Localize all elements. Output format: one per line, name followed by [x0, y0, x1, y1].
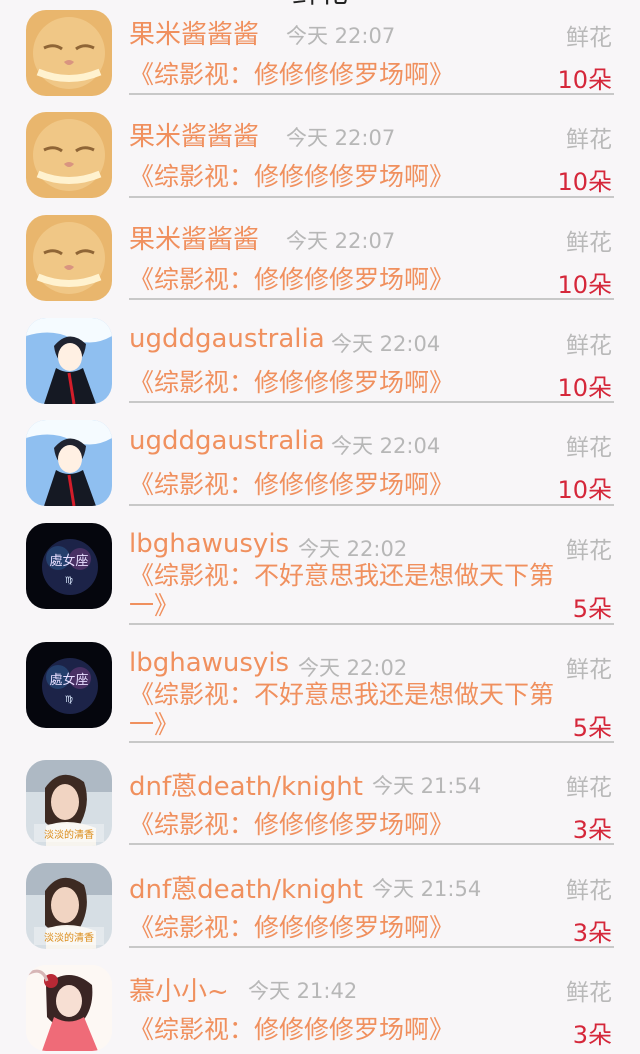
gift-type-label: 鲜花 — [566, 878, 612, 904]
list-item[interactable]: ugddgaustralia 今天 22:04 鲜花 《综影视：修修修修罗场啊》… — [0, 308, 640, 410]
work-title-link[interactable]: 《综影视：不好意思我还是想做天下第一》 — [129, 680, 559, 740]
timestamp: 今天 21:54 — [372, 774, 482, 798]
flower-count: 5朵 — [572, 595, 612, 623]
divider — [129, 741, 614, 743]
sender-name[interactable]: dnf蒽death/knight — [129, 766, 363, 803]
work-title-link[interactable]: 《综影视：修修修修罗场啊》 — [129, 265, 559, 295]
sender-name[interactable]: lbghawusyis — [129, 529, 289, 559]
sender-name[interactable]: dnf蒽death/knight — [129, 869, 363, 906]
divider — [129, 504, 614, 506]
work-title-link[interactable]: 《综影视：修修修修罗场啊》 — [129, 810, 559, 840]
kitten-avatar[interactable] — [26, 215, 112, 301]
sender-name[interactable]: ugddgaustralia — [129, 426, 325, 456]
timestamp: 今天 22:04 — [331, 332, 441, 356]
girl-photo-avatar[interactable]: 淡淡的清香 — [26, 760, 112, 846]
list-item[interactable]: 果米酱酱酱 今天 22:07 鲜花 《综影视：修修修修罗场啊》 10朵 — [0, 205, 640, 308]
gift-type-label: 鲜花 — [566, 333, 612, 359]
work-title-link[interactable]: 《综影视：不好意思我还是想做天下第一》 — [129, 561, 559, 621]
timestamp: 今天 22:07 — [286, 24, 396, 48]
sender-name[interactable]: 果米酱酱酱 — [129, 219, 259, 256]
svg-text:♍: ♍ — [65, 695, 73, 705]
list-item[interactable]: 淡淡的清香 dnf蒽death/knight 今天 21:54 鲜花 《综影视：… — [0, 750, 640, 853]
divider — [129, 623, 614, 625]
flower-count: 10朵 — [557, 476, 612, 504]
work-title-link[interactable]: 《综影视：修修修修罗场啊》 — [129, 162, 559, 192]
flower-count: 10朵 — [557, 66, 612, 94]
timestamp: 今天 22:04 — [331, 434, 441, 458]
avatar-text: 淡淡的清香 — [44, 828, 94, 841]
list-item[interactable]: 淡淡的清香 dnf蒽death/knight 今天 21:54 鲜花 《综影视：… — [0, 853, 640, 955]
sender-name[interactable]: ugddgaustralia — [129, 324, 325, 354]
work-title-link[interactable]: 《综影视：修修修修罗场啊》 — [129, 470, 559, 500]
avatar-text: 處女座 — [49, 553, 88, 569]
timestamp: 今天 21:54 — [372, 877, 482, 901]
list-item[interactable]: 處女座 ♍ lbghawusyis 今天 22:02 鲜花 《综影视：不好意思我… — [0, 513, 640, 632]
list-item[interactable]: 果米酱酱酱 今天 22:07 鲜花 《综影视：修修修修罗场啊》 10朵 — [0, 0, 640, 102]
list-item[interactable]: ugddgaustralia 今天 22:04 鲜花 《综影视：修修修修罗场啊》… — [0, 410, 640, 513]
gift-type-label: 鲜花 — [566, 775, 612, 801]
anime-girl-avatar[interactable] — [26, 965, 112, 1051]
timestamp: 今天 22:07 — [286, 126, 396, 150]
work-title-link[interactable]: 《综影视：修修修修罗场啊》 — [129, 1015, 559, 1045]
gift-type-label: 鲜花 — [566, 230, 612, 256]
gift-type-label: 鲜花 — [566, 25, 612, 51]
flower-count: 10朵 — [557, 271, 612, 299]
gift-type-label: 鲜花 — [566, 657, 612, 683]
divider — [129, 401, 614, 403]
flower-count: 5朵 — [572, 714, 612, 742]
avatar-text: 淡淡的清香 — [44, 931, 94, 944]
timestamp: 今天 21:42 — [248, 979, 358, 1003]
gift-type-label: 鲜花 — [566, 435, 612, 461]
sender-name[interactable]: 果米酱酱酱 — [129, 14, 259, 51]
gift-type-label: 鲜花 — [566, 538, 612, 564]
timestamp: 今天 22:02 — [298, 537, 408, 561]
flower-count: 10朵 — [557, 168, 612, 196]
flower-count: 10朵 — [557, 374, 612, 402]
flower-count: 3朵 — [572, 1021, 612, 1049]
anime-boy-avatar[interactable] — [26, 420, 112, 506]
divider — [129, 843, 614, 845]
gift-type-label: 鲜花 — [566, 127, 612, 153]
virgo-avatar[interactable]: 處女座 ♍ — [26, 523, 112, 609]
svg-text:♍: ♍ — [65, 576, 73, 586]
list-item[interactable]: 慕小小~ 今天 21:42 鲜花 《综影视：修修修修罗场啊》 3朵 — [0, 955, 640, 1054]
flower-count: 3朵 — [572, 816, 612, 844]
avatar-text: 處女座 — [49, 672, 88, 688]
gift-type-label: 鲜花 — [566, 980, 612, 1006]
list-item[interactable]: 處女座 ♍ lbghawusyis 今天 22:02 鲜花 《综影视：不好意思我… — [0, 632, 640, 750]
work-title-link[interactable]: 《综影视：修修修修罗场啊》 — [129, 368, 559, 398]
divider — [129, 93, 614, 95]
work-title-link[interactable]: 《综影视：修修修修罗场啊》 — [129, 60, 559, 90]
divider — [129, 946, 614, 948]
sender-name[interactable]: 果米酱酱酱 — [129, 116, 259, 153]
timestamp: 今天 22:07 — [286, 229, 396, 253]
divider — [129, 298, 614, 300]
girl-photo-avatar[interactable]: 淡淡的清香 — [26, 863, 112, 949]
timestamp: 今天 22:02 — [298, 656, 408, 680]
sender-name[interactable]: lbghawusyis — [129, 648, 289, 678]
anime-boy-avatar[interactable] — [26, 318, 112, 404]
work-title-link[interactable]: 《综影视：修修修修罗场啊》 — [129, 913, 559, 943]
virgo-avatar[interactable]: 處女座 ♍ — [26, 642, 112, 728]
kitten-avatar[interactable] — [26, 10, 112, 96]
divider — [129, 196, 614, 198]
kitten-avatar[interactable] — [26, 112, 112, 198]
sender-name[interactable]: 慕小小~ — [129, 971, 229, 1008]
flower-count: 3朵 — [572, 919, 612, 947]
list-item[interactable]: 果米酱酱酱 今天 22:07 鲜花 《综影视：修修修修罗场啊》 10朵 — [0, 102, 640, 205]
